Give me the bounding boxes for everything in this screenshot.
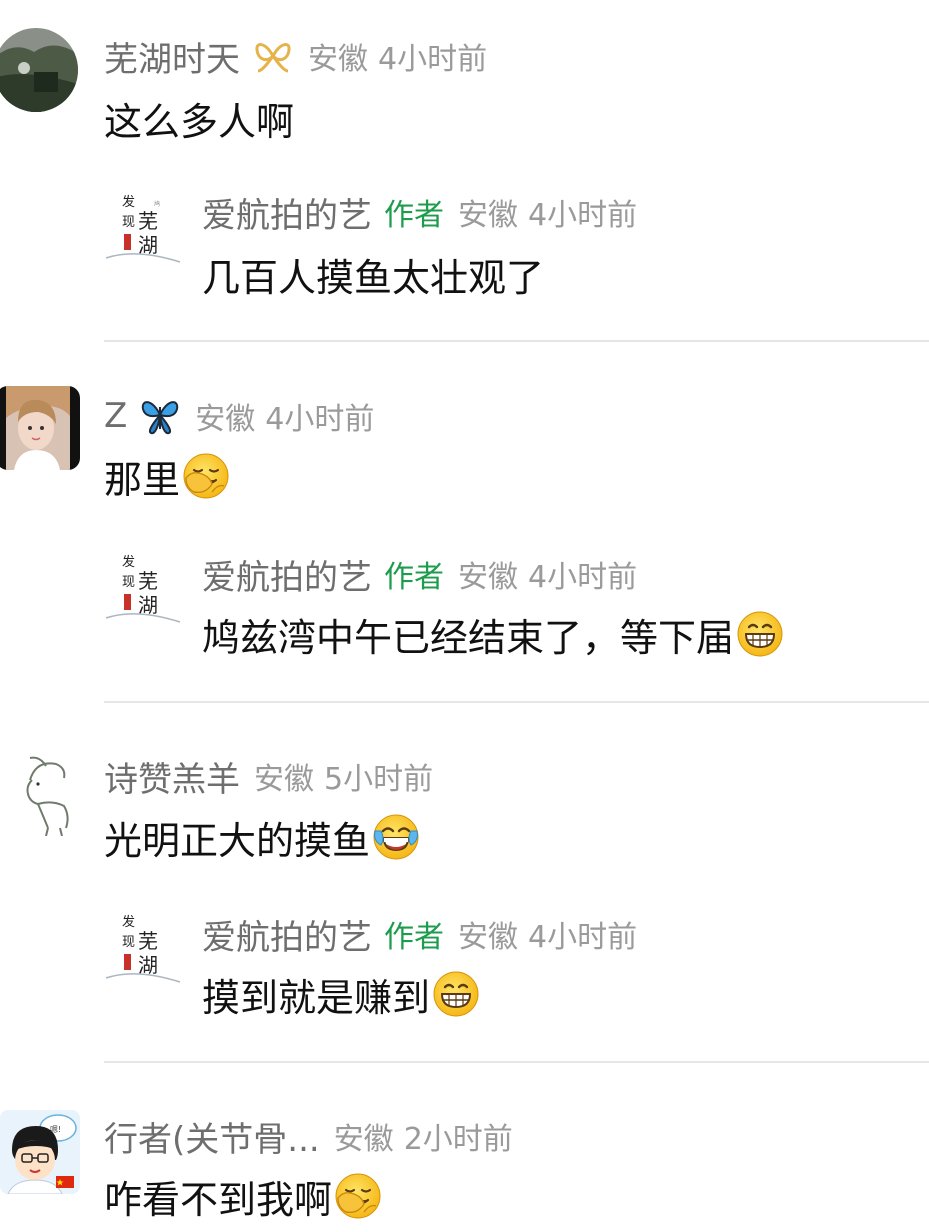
comment-text-content: 咋看不到我啊 (104, 1177, 333, 1222)
svg-text:鸠: 鸠 (154, 200, 160, 208)
gold-ribbon-icon (252, 37, 294, 75)
svg-text:芜: 芜 (138, 209, 158, 233)
comment-meta: 诗赞羔羊 安徽 5小时前 (104, 752, 434, 801)
reply-time: 4小时前 (528, 920, 638, 955)
facepalm-emoji (334, 1172, 382, 1220)
comment-time: 5小时前 (324, 762, 434, 797)
comment-time: 4小时前 (265, 402, 375, 437)
comment-divider (104, 701, 929, 703)
svg-text:发: 发 (122, 914, 135, 930)
svg-text:发: 发 (122, 194, 135, 210)
reply-location: 安徽 (458, 198, 518, 233)
comment-text[interactable]: 那里 (104, 452, 230, 502)
author-avatar[interactable]: 发 现 芜 湖 (104, 906, 182, 990)
user-avatar[interactable] (10, 752, 82, 836)
author-badge: 作者 (384, 198, 444, 233)
reply-time: 4小时前 (528, 198, 638, 233)
reply-text[interactable]: 几百人摸鱼太壮观了 (202, 250, 544, 300)
reply-text-content: 摸到就是赚到 (202, 975, 431, 1020)
svg-text:现: 现 (122, 935, 135, 950)
comment-location: 安徽 (254, 762, 314, 797)
reply-meta: 爱航拍的艺 作者 安徽 4小时前 (202, 910, 638, 959)
reply-username[interactable]: 爱航拍的艺 (202, 550, 372, 599)
reply-username[interactable]: 爱航拍的艺 (202, 910, 372, 959)
reply-text[interactable]: 摸到就是赚到 (202, 970, 480, 1020)
reply-location: 安徽 (458, 920, 518, 955)
comment-text[interactable]: 光明正大的摸鱼 (104, 813, 420, 863)
comment-text[interactable]: 这么多人啊 (104, 94, 294, 144)
reply-text[interactable]: 鸠兹湾中午已经结束了，等下届 (202, 610, 784, 660)
user-avatar[interactable] (0, 28, 78, 112)
reply-text-content: 几百人摸鱼太壮观了 (202, 255, 545, 300)
facepalm-emoji (182, 452, 230, 500)
comment-text[interactable]: 咋看不到我啊 (104, 1172, 382, 1222)
blue-butterfly-icon (139, 397, 181, 435)
comment-location: 安徽 (308, 42, 368, 77)
comment-time: 2小时前 (403, 1122, 513, 1157)
comment-meta: Z 安徽 4小时前 (104, 394, 374, 438)
comment-meta: 行者(关节骨... 安徽 2小时前 (104, 1112, 513, 1161)
user-avatar[interactable]: 嗯! (0, 1110, 80, 1194)
author-badge: 作者 (384, 920, 444, 955)
comment-text-content: 那里 (104, 457, 181, 502)
svg-text:现: 现 (122, 215, 135, 230)
author-avatar[interactable]: 发 现 芜 湖 (104, 546, 182, 630)
reply-text-content: 鸠兹湾中午已经结束了，等下届 (202, 615, 735, 660)
reply-meta: 爱航拍的艺 作者 安徽 4小时前 (202, 188, 638, 237)
comment-divider (104, 1061, 929, 1063)
username[interactable]: Z (104, 396, 127, 436)
svg-text:发: 发 (122, 554, 135, 570)
svg-text:芜: 芜 (138, 929, 158, 953)
comment-text-content: 这么多人啊 (104, 99, 295, 144)
user-avatar[interactable] (0, 386, 80, 470)
grin-emoji (432, 970, 480, 1018)
comment-meta: 芜湖时天 安徽 4小时前 (104, 32, 488, 81)
reply-time: 4小时前 (528, 560, 638, 595)
author-badge: 作者 (384, 560, 444, 595)
comment-text-content: 光明正大的摸鱼 (104, 818, 371, 863)
tears-of-joy-emoji (372, 813, 420, 861)
comment-location: 安徽 (333, 1122, 394, 1157)
svg-text:现: 现 (122, 575, 135, 590)
reply-meta: 爱航拍的艺 作者 安徽 4小时前 (202, 550, 638, 599)
comment-divider (104, 340, 929, 342)
reply-username[interactable]: 爱航拍的艺 (202, 188, 372, 237)
author-avatar[interactable]: 发 现 芜 湖 鸠 (104, 186, 182, 270)
reply-location: 安徽 (458, 560, 518, 595)
grin-emoji (736, 610, 784, 658)
svg-text:芜: 芜 (138, 569, 158, 593)
username[interactable]: 诗赞羔羊 (104, 752, 240, 801)
comment-location: 安徽 (195, 402, 256, 437)
username[interactable]: 行者(关节骨... (104, 1112, 320, 1161)
comment-time: 4小时前 (378, 42, 488, 77)
username[interactable]: 芜湖时天 (104, 32, 240, 81)
